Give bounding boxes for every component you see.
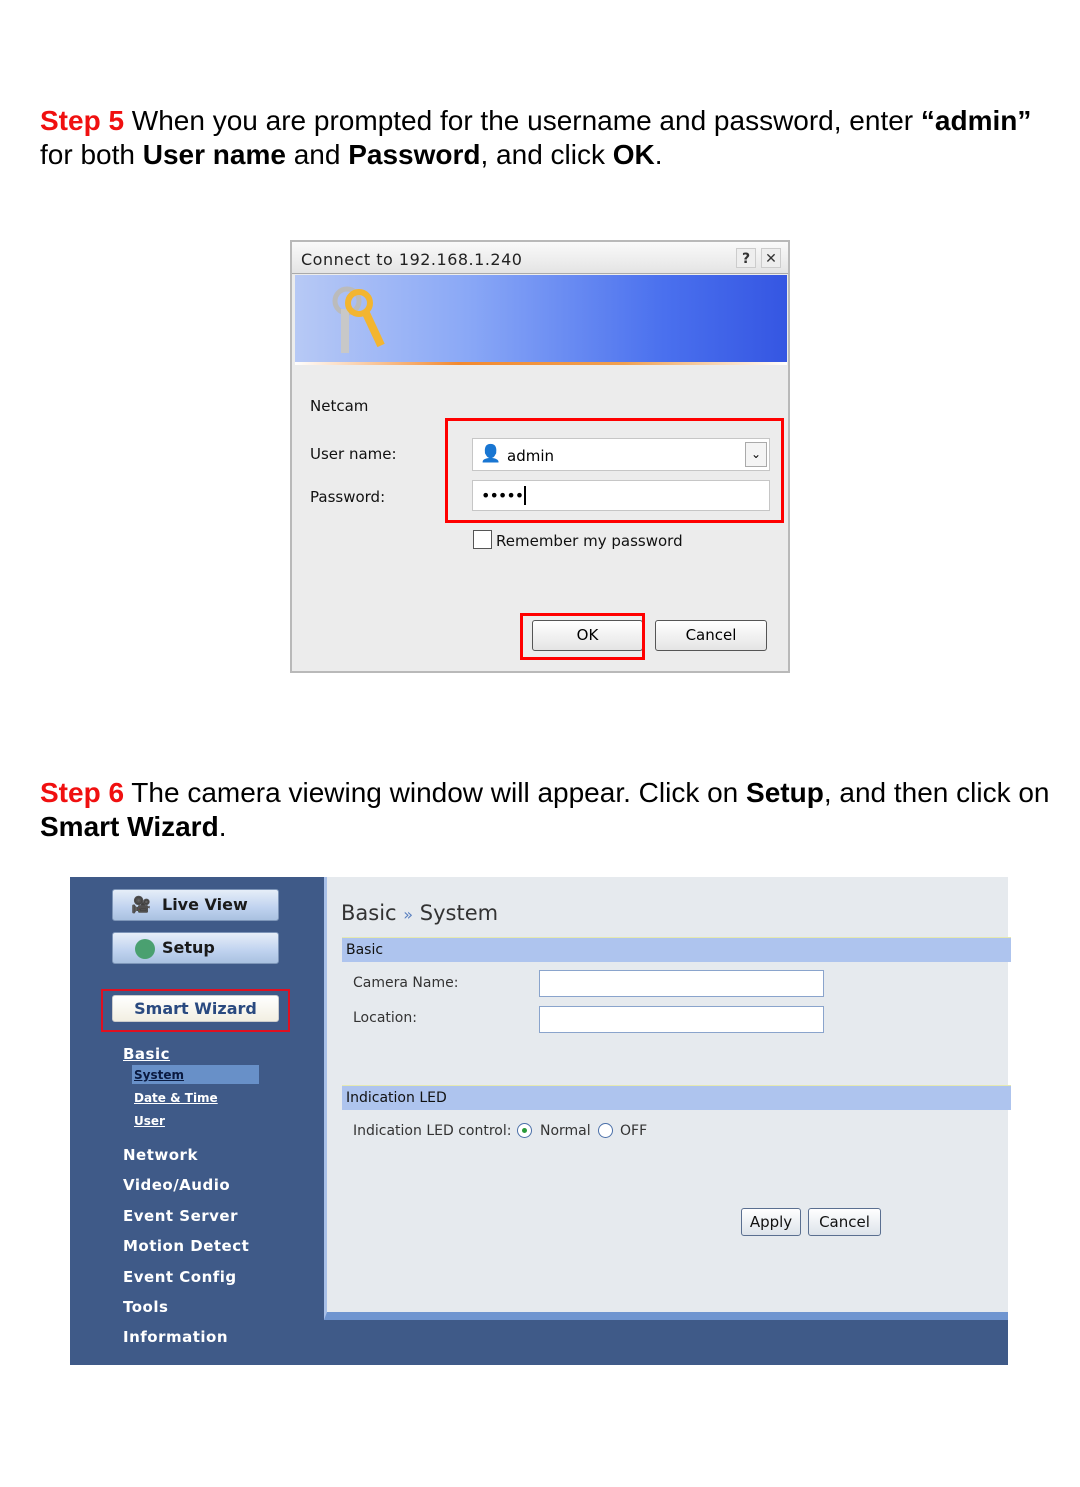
- nav-basic[interactable]: Basic: [123, 1045, 170, 1063]
- page-title: Basic » System: [341, 901, 498, 925]
- keys-banner: [295, 275, 787, 365]
- text: “admin”: [920, 105, 1032, 136]
- cancel-button[interactable]: Cancel: [655, 620, 767, 651]
- password-label: Password:: [310, 488, 386, 506]
- nav-date-time[interactable]: Date & Time: [134, 1091, 218, 1105]
- text: for both: [40, 139, 143, 170]
- text: User name: [142, 139, 286, 170]
- text: .: [218, 811, 227, 842]
- radio-off[interactable]: [598, 1123, 613, 1138]
- setup-label: Setup: [162, 938, 215, 957]
- text: Smart Wizard: [40, 811, 219, 842]
- nav-tools[interactable]: Tools: [123, 1298, 168, 1316]
- text: Password: [348, 139, 481, 170]
- close-button[interactable]: ✕: [761, 248, 781, 268]
- camera-name-input[interactable]: [539, 970, 824, 997]
- camera-icon: 🎥: [131, 895, 151, 914]
- nav-system[interactable]: System: [134, 1068, 184, 1082]
- separator: »: [403, 905, 414, 924]
- login-dialog: Connect to 192.168.1.240 ? ✕ Netcam User…: [290, 240, 790, 673]
- location-label: Location:: [353, 1010, 417, 1026]
- realm-label: Netcam: [310, 397, 369, 415]
- live-view-label: Live View: [162, 895, 248, 914]
- live-view-button[interactable]: 🎥 Live View: [112, 889, 279, 921]
- camera-web-ui: 🎥 Live View Setup Smart Wizard Basic Sys…: [70, 877, 1011, 1365]
- title-part: System: [419, 901, 499, 925]
- radio-off-label[interactable]: OFF: [620, 1123, 647, 1139]
- dialog-title: Connect to 192.168.1.240: [301, 250, 523, 269]
- text: .: [654, 139, 663, 170]
- text: and: [285, 139, 349, 170]
- nav-information[interactable]: Information: [123, 1328, 228, 1346]
- radio-normal[interactable]: [517, 1123, 532, 1138]
- nav-user[interactable]: User: [134, 1114, 165, 1128]
- text: The camera viewing window will appear. C…: [124, 777, 747, 808]
- nav-motion-detect[interactable]: Motion Detect: [123, 1237, 249, 1255]
- text: , and then click on: [823, 777, 1050, 808]
- content-panel: Basic » System Basic Camera Name: Locati…: [324, 877, 1011, 1320]
- help-button[interactable]: ?: [736, 248, 756, 268]
- location-input[interactable]: [539, 1006, 824, 1033]
- nav-network[interactable]: Network: [123, 1146, 198, 1164]
- title-part: Basic: [341, 901, 397, 925]
- remember-label[interactable]: Remember my password: [496, 532, 683, 550]
- section-basic-header: Basic: [342, 937, 1011, 962]
- nav-video-audio[interactable]: Video/Audio: [123, 1176, 230, 1194]
- section-led-header: Indication LED: [342, 1085, 1011, 1110]
- highlight-box: [445, 418, 784, 523]
- keys-icon: [332, 286, 385, 353]
- text: When you are prompted for the username a…: [124, 105, 921, 136]
- cancel-button[interactable]: Cancel: [808, 1208, 881, 1236]
- setup-icon: [135, 939, 155, 959]
- setup-button[interactable]: Setup: [112, 932, 279, 964]
- nav-event-config[interactable]: Event Config: [123, 1268, 237, 1286]
- step-label: Step 5: [40, 105, 125, 136]
- remember-checkbox[interactable]: [473, 530, 492, 549]
- highlight-box: [520, 613, 645, 660]
- camera-name-label: Camera Name:: [353, 975, 459, 991]
- step-6-instruction: Step 6 The camera viewing window will ap…: [40, 776, 1050, 844]
- radio-normal-label[interactable]: Normal: [540, 1123, 591, 1139]
- step-5-instruction: Step 5 When you are prompted for the use…: [40, 104, 1050, 172]
- nav-event-server[interactable]: Event Server: [123, 1207, 238, 1225]
- highlight-box: [101, 989, 290, 1032]
- apply-button[interactable]: Apply: [741, 1208, 801, 1236]
- dialog-title-bar: Connect to 192.168.1.240 ? ✕: [292, 242, 788, 274]
- username-label: User name:: [310, 445, 397, 463]
- led-control-label: Indication LED control:: [353, 1123, 512, 1139]
- text: , and click: [480, 139, 613, 170]
- text: OK: [612, 139, 655, 170]
- text: Setup: [746, 777, 824, 808]
- step-label: Step 6: [40, 777, 125, 808]
